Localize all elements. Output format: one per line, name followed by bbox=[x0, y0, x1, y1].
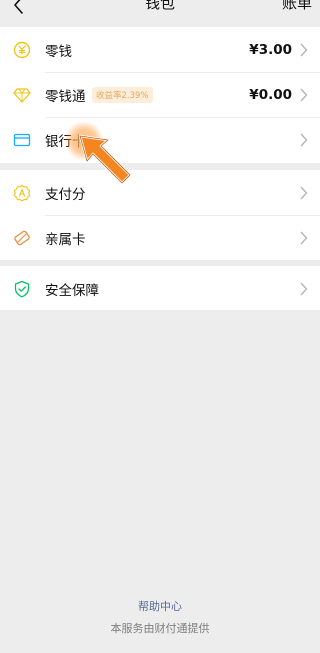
balance-value: ¥3.00 bbox=[249, 41, 292, 58]
family-card-icon bbox=[14, 230, 30, 245]
bill-link[interactable]: 账单 bbox=[282, 0, 312, 13]
yuan-coin-icon bbox=[13, 41, 31, 58]
security-section: 安全保障 bbox=[0, 266, 320, 310]
item-label: 支付分 bbox=[45, 186, 86, 203]
shield-icon bbox=[14, 280, 30, 297]
list-item-bank-card[interactable]: 银行卡 bbox=[0, 117, 320, 162]
chevron-right-icon bbox=[300, 282, 308, 295]
wallet-section: 零钱 ¥3.00 零钱通 收益率2.39% ¥0.00 银行卡 bbox=[0, 27, 320, 163]
chevron-right-icon bbox=[300, 88, 308, 101]
list-item-change-plus[interactable]: 零钱通 收益率2.39% ¥0.00 bbox=[0, 72, 320, 117]
bank-card-icon bbox=[13, 133, 31, 146]
list-item-payment-score[interactable]: 支付分 bbox=[0, 170, 320, 215]
item-label: 零钱通 bbox=[45, 88, 86, 105]
item-label: 银行卡 bbox=[45, 133, 86, 150]
services-section: 支付分 亲属卡 bbox=[0, 170, 320, 260]
balance-value: ¥0.00 bbox=[249, 86, 292, 103]
help-center-link[interactable]: 帮助中心 bbox=[0, 598, 320, 614]
diamond-icon bbox=[13, 87, 31, 103]
item-label: 亲属卡 bbox=[45, 231, 86, 248]
chevron-right-icon bbox=[300, 186, 308, 199]
page-title: 钱包 bbox=[144, 0, 175, 12]
chevron-right-icon bbox=[300, 133, 308, 146]
provider-note: 本服务由财付通提供 bbox=[110, 622, 210, 635]
list-item-family-card[interactable]: 亲属卡 bbox=[0, 215, 320, 260]
yield-rate-badge: 收益率2.39% bbox=[92, 86, 153, 103]
score-badge-icon bbox=[13, 184, 31, 201]
chevron-right-icon bbox=[300, 43, 308, 56]
list-item-change[interactable]: 零钱 ¥3.00 bbox=[0, 27, 320, 72]
chevron-right-icon bbox=[300, 231, 308, 244]
list-item-security[interactable]: 安全保障 bbox=[0, 266, 320, 311]
item-label: 安全保障 bbox=[45, 282, 99, 299]
top-bar: 钱包 账单 bbox=[0, 0, 320, 24]
item-label: 零钱 bbox=[45, 43, 72, 60]
